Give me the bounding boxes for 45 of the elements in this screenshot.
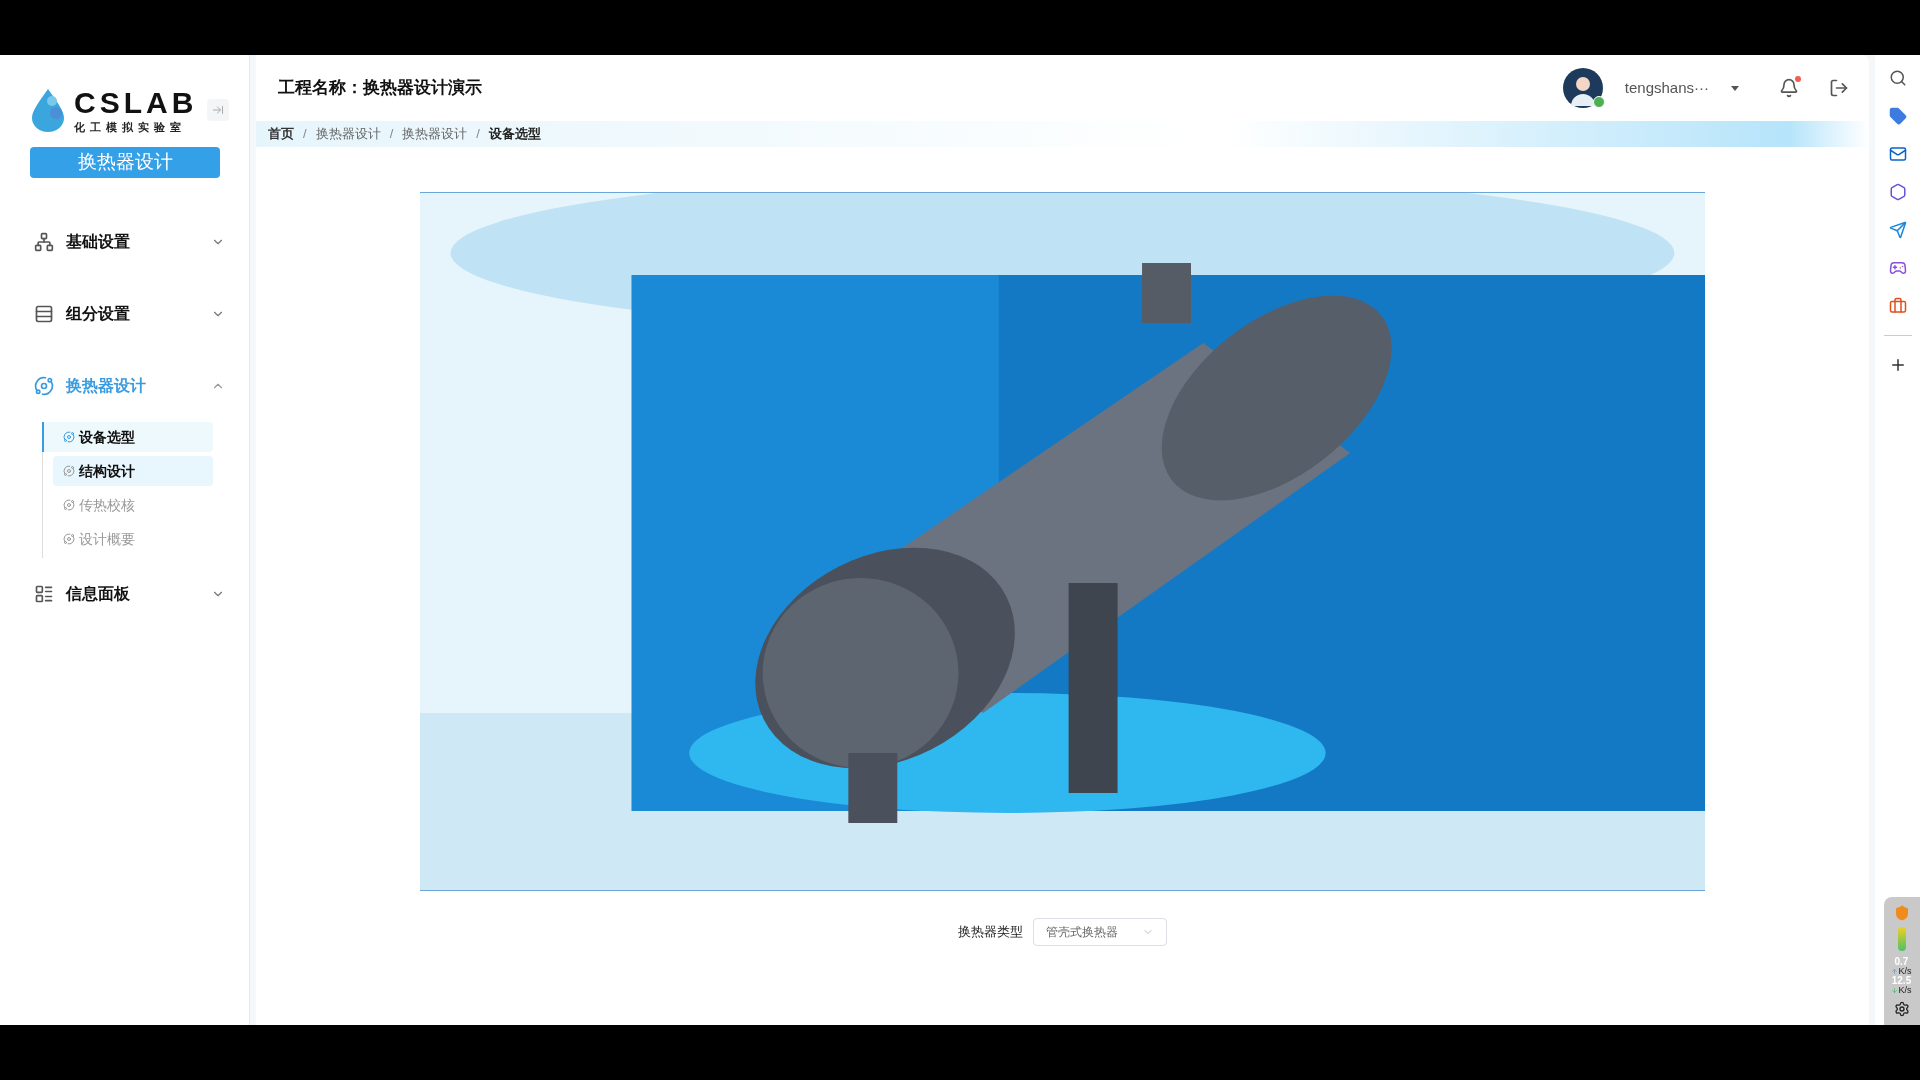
tag-icon[interactable] <box>1888 107 1907 125</box>
breadcrumb-link[interactable]: 设备选型 <box>488 124 541 144</box>
breadcrumb-link[interactable]: 换热器设计 <box>402 124 468 144</box>
network-icon <box>34 232 54 252</box>
gauge-icon <box>1897 927 1906 951</box>
breadcrumb-link[interactable]: 换热器设计 <box>315 124 381 144</box>
orbit-icon <box>63 465 75 477</box>
send-icon[interactable] <box>1888 221 1907 239</box>
search-icon[interactable] <box>1888 69 1907 87</box>
menu-item[interactable]: 基础设置 <box>30 206 229 278</box>
gamepad-icon[interactable] <box>1888 259 1907 277</box>
breadcrumb-link[interactable]: 首页 <box>268 124 294 144</box>
orbit-icon <box>34 376 54 396</box>
mail-icon[interactable] <box>1888 145 1907 163</box>
breadcrumb-separator: / <box>303 125 307 144</box>
speed-unit: K/s <box>1898 967 1912 976</box>
breadcrumb-separator: / <box>389 125 394 144</box>
dropdown-caret-icon[interactable] <box>1731 85 1739 91</box>
down-arrow-icon <box>1891 987 1899 994</box>
user-name: tengshans··· <box>1624 77 1709 98</box>
field-label: 换热器类型 <box>958 923 1023 942</box>
logout-icon[interactable] <box>1829 78 1849 98</box>
orbit-icon <box>63 431 75 443</box>
menu-item[interactable]: 信息面板 <box>30 558 229 630</box>
logo-title: CSLAB <box>74 87 198 118</box>
submenu-item[interactable]: 结构设计 <box>53 456 213 486</box>
project-title: 工程名称：换热器设计演示 <box>278 77 482 100</box>
menu-item[interactable]: 组分设置 <box>30 278 229 350</box>
briefcase-icon[interactable] <box>1888 297 1907 315</box>
orbit-icon <box>63 533 75 545</box>
rows-icon <box>34 304 54 324</box>
hexagon-icon[interactable] <box>1888 183 1907 201</box>
up-arrow-icon <box>1891 968 1899 975</box>
breadcrumb-separator: / <box>476 125 480 144</box>
submenu-item[interactable]: 设备选型 <box>42 422 213 452</box>
type-select[interactable]: 管壳式换热器 <box>1033 918 1167 946</box>
orbit-icon <box>63 499 75 511</box>
speed-unit: K/s <box>1898 986 1912 995</box>
collapse-icon <box>212 104 224 116</box>
logo-subtitle: 化工模拟实验室 <box>74 121 187 133</box>
bell-icon[interactable] <box>1779 78 1799 98</box>
user-avatar[interactable] <box>1562 68 1603 108</box>
settings-icon[interactable] <box>1893 1001 1910 1017</box>
droplet-logo-icon <box>30 87 66 133</box>
list-icon <box>34 584 54 604</box>
